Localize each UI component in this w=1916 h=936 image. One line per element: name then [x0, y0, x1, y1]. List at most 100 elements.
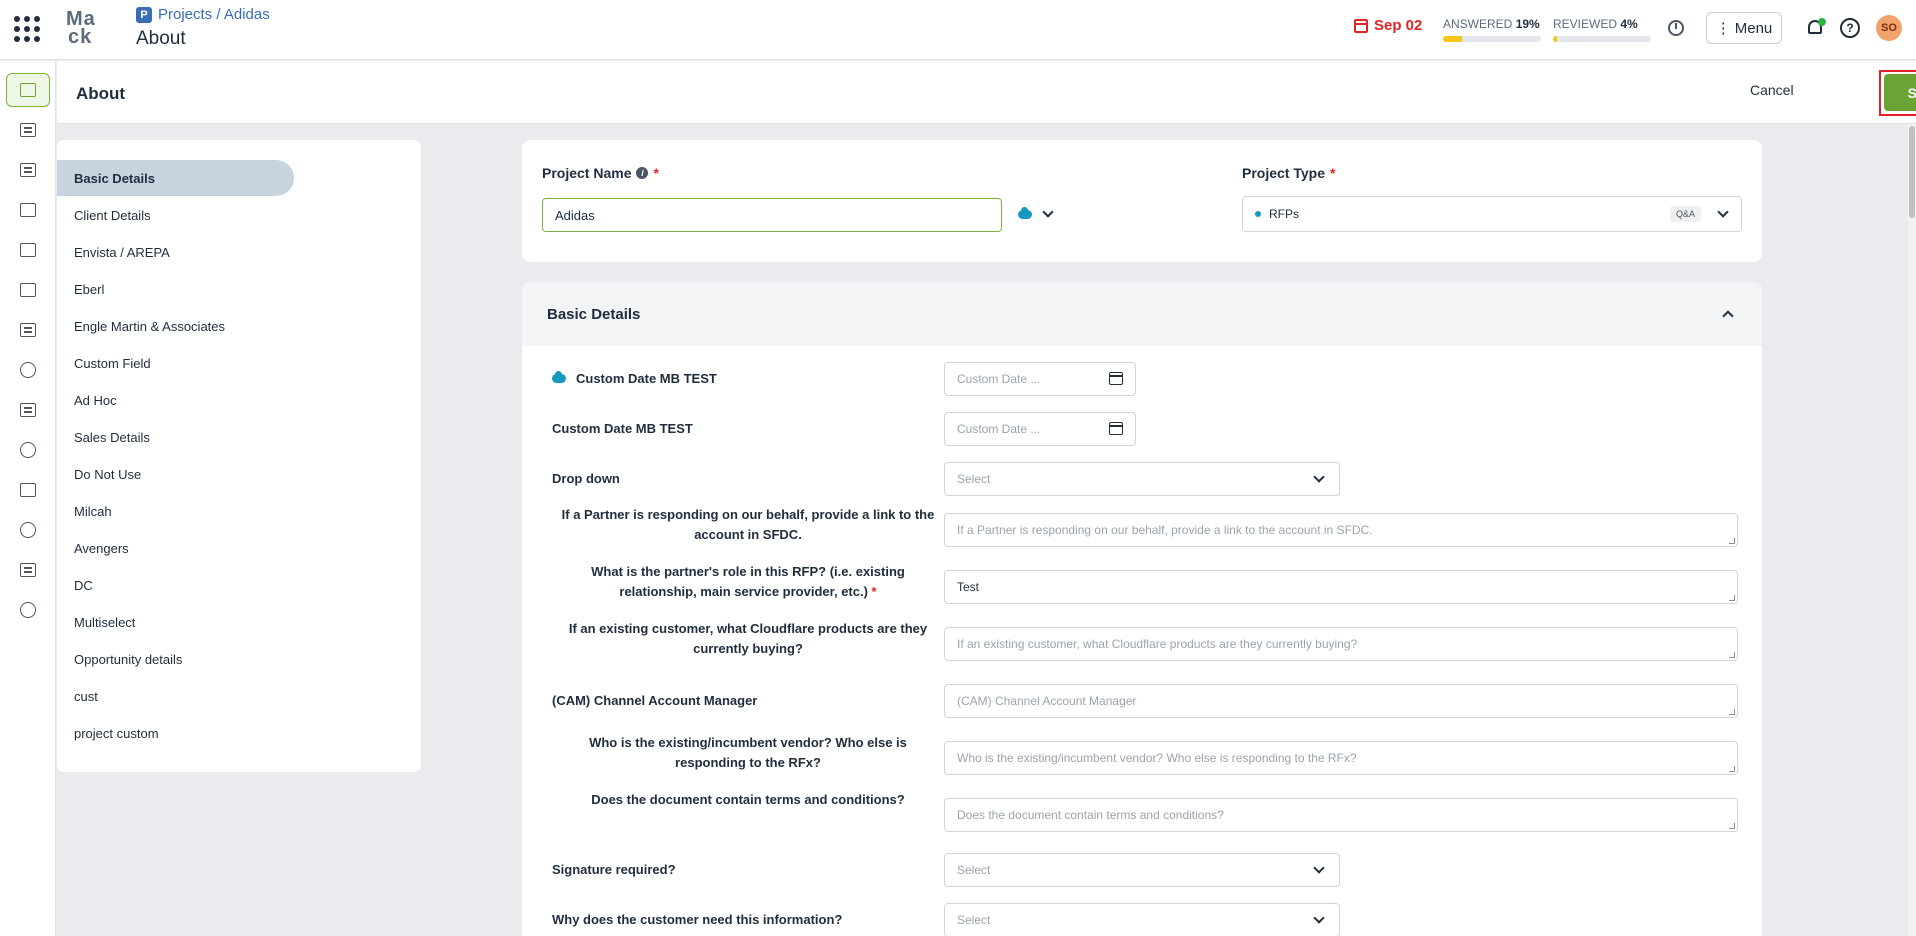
app-logo[interactable]: Ma ck	[66, 9, 106, 50]
section-nav-item[interactable]: Ad Hoc	[57, 382, 294, 418]
field-label: What is the partner's role in this RFP? …	[552, 562, 944, 602]
text-area[interactable]: If a Partner is responding on our behalf…	[944, 513, 1738, 547]
field-label: If a Partner is responding on our behalf…	[552, 505, 944, 545]
section-nav-item[interactable]: Milcah	[57, 493, 294, 529]
resize-handle-icon[interactable]	[1729, 709, 1735, 715]
section-nav-item[interactable]: Basic Details	[57, 160, 294, 196]
section-nav-item[interactable]: Avengers	[57, 530, 294, 566]
users-icon	[20, 362, 36, 378]
rail-integrations[interactable]	[6, 593, 50, 627]
rail-calendar-check[interactable]	[6, 193, 50, 227]
rail-list[interactable]	[6, 113, 50, 147]
field-label: Custom Date MB TEST	[552, 369, 944, 389]
resize-handle-icon[interactable]	[1729, 595, 1735, 601]
project-type-select[interactable]: RFPs Q&A	[1242, 196, 1742, 232]
project-type-value: RFPs	[1269, 207, 1299, 221]
field-label-text: If an existing customer, what Cloudflare…	[568, 621, 928, 656]
section-nav-item[interactable]: Multiselect	[57, 604, 294, 640]
chevron-down-icon[interactable]	[1042, 206, 1054, 218]
breadcrumb[interactable]: P Projects / Adidas	[136, 6, 270, 23]
chevron-down-icon	[1717, 206, 1729, 218]
rail-history[interactable]	[6, 433, 50, 467]
section-nav-item[interactable]: Sales Details	[57, 419, 294, 455]
text-area[interactable]: Does the document contain terms and cond…	[944, 798, 1738, 832]
page-scrollbar-thumb[interactable]	[1909, 126, 1915, 218]
section-nav-item[interactable]: Opportunity details	[57, 641, 294, 677]
reviewed-progress: REVIEWED 4%	[1553, 17, 1651, 42]
rail-timer[interactable]	[6, 513, 50, 547]
section-nav-item[interactable]: Custom Field	[57, 345, 294, 381]
reviewed-bar-fill	[1553, 36, 1557, 42]
rail-notes[interactable]	[6, 153, 50, 187]
rail-questions[interactable]	[6, 473, 50, 507]
resize-handle-icon[interactable]	[1729, 652, 1735, 658]
briefcase-icon	[20, 83, 36, 97]
field-placeholder: Select	[957, 472, 991, 486]
required-mark: *	[867, 584, 877, 599]
field-label: Custom Date MB TEST	[552, 419, 944, 439]
select-dropdown[interactable]: Select	[944, 853, 1340, 887]
resize-handle-icon[interactable]	[1729, 538, 1735, 544]
select-dropdown[interactable]: Select	[944, 903, 1340, 936]
breadcrumb-text[interactable]: Projects / Adidas	[158, 6, 270, 23]
salesforce-cloud-icon[interactable]	[1018, 207, 1032, 219]
info-icon[interactable]: i	[636, 167, 649, 179]
section-nav-item[interactable]: Do Not Use	[57, 456, 294, 492]
field-label-text: Why does the customer need this informat…	[552, 912, 843, 927]
chevron-down-icon	[1313, 862, 1325, 874]
salesforce-cloud-icon	[552, 371, 566, 383]
due-date[interactable]: Sep 02	[1354, 17, 1422, 34]
section-nav-item[interactable]: Engle Martin & Associates	[57, 308, 294, 344]
text-area[interactable]: Test	[944, 570, 1738, 604]
field-label: If an existing customer, what Cloudflare…	[552, 619, 944, 659]
text-area[interactable]: (CAM) Channel Account Manager	[944, 684, 1738, 718]
list-icon	[20, 123, 36, 137]
stopwatch-icon	[20, 522, 36, 538]
rail-upload[interactable]	[6, 233, 50, 267]
rail-about-briefcase[interactable]	[6, 73, 50, 107]
section-nav-item[interactable]: cust	[57, 678, 294, 714]
date-input[interactable]: Custom Date ...	[944, 362, 1136, 396]
dashboard-icon	[20, 283, 36, 297]
resize-handle-icon[interactable]	[1729, 766, 1735, 772]
project-name-input[interactable]: Adidas	[542, 198, 1002, 232]
rail-documents[interactable]	[6, 393, 50, 427]
field-label-text: Signature required?	[552, 862, 676, 877]
apps-grid-icon[interactable]	[14, 16, 40, 42]
cancel-button[interactable]: Cancel	[1750, 82, 1794, 98]
rail-users[interactable]	[6, 353, 50, 387]
rail-report[interactable]	[6, 553, 50, 587]
timer-icon[interactable]	[1668, 20, 1684, 36]
section-nav-item[interactable]: DC	[57, 567, 294, 603]
field-label-text: (CAM) Channel Account Manager	[552, 693, 758, 708]
text-area[interactable]: Who is the existing/incumbent vendor? Wh…	[944, 741, 1738, 775]
avatar[interactable]: SO	[1876, 15, 1902, 41]
project-name-label-text: Project Name	[542, 165, 632, 181]
date-input[interactable]: Custom Date ...	[944, 412, 1136, 446]
rail-dashboard[interactable]	[6, 273, 50, 307]
section-nav-item[interactable]: Client Details	[57, 197, 294, 233]
section-nav-item[interactable]: Eberl	[57, 271, 294, 307]
page-scrollbar[interactable]	[1908, 124, 1916, 936]
calendar-icon[interactable]	[1109, 372, 1123, 385]
field-placeholder: Select	[957, 913, 991, 927]
notifications-bell-icon[interactable]	[1806, 18, 1826, 38]
chevron-up-icon[interactable]	[1722, 310, 1734, 322]
calendar-icon	[1354, 18, 1368, 33]
reviewed-bar	[1553, 36, 1651, 42]
select-dropdown[interactable]: Select	[944, 462, 1340, 496]
text-area[interactable]: If an existing customer, what Cloudflare…	[944, 627, 1738, 661]
field-placeholder: Who is the existing/incumbent vendor? Wh…	[957, 751, 1357, 765]
field-label-text: If a Partner is responding on our behalf…	[561, 507, 935, 542]
resize-handle-icon[interactable]	[1729, 823, 1735, 829]
help-icon[interactable]: ?	[1840, 18, 1860, 38]
field-label: Does the document contain terms and cond…	[552, 790, 944, 810]
basic-details-header[interactable]: Basic Details	[522, 282, 1762, 346]
calendar-icon[interactable]	[1109, 422, 1123, 435]
logo-line-2: ck	[68, 26, 93, 48]
rail-chat[interactable]	[6, 313, 50, 347]
menu-button[interactable]: ⋮ Menu	[1706, 12, 1782, 44]
section-nav-item[interactable]: project custom	[57, 715, 294, 751]
save-button[interactable]: Save	[1884, 74, 1916, 111]
section-nav-item[interactable]: Envista / AREPA	[57, 234, 294, 270]
